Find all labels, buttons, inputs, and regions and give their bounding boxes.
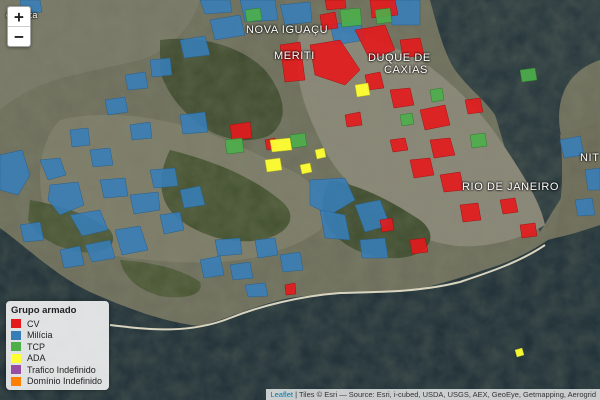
- legend-label: Trafico Indefinido: [27, 364, 96, 375]
- legend-item: ADA: [11, 353, 104, 365]
- legend-item: Domínio Indefinido: [11, 376, 104, 388]
- attribution-text: | Tiles © Esri — Source: Esri, i-cubed, …: [292, 390, 596, 399]
- legend-label: TCP: [27, 341, 45, 352]
- legend-label: Domínio Indefinido: [27, 376, 103, 387]
- legend-swatch: [11, 342, 21, 352]
- map-label-meriti: MERITI: [274, 50, 315, 62]
- map-label-duque-de-caxias-line2: CAXIAS: [384, 64, 428, 76]
- legend-swatch: [11, 376, 21, 386]
- legend-swatch: [11, 330, 21, 340]
- legend-swatch: [11, 319, 21, 329]
- zoom-out-button[interactable]: −: [8, 26, 30, 46]
- map-container[interactable]: epedita NOVA IGUAÇU MERITI DUQUE DE CAXI…: [0, 0, 600, 400]
- zoom-in-button[interactable]: +: [8, 7, 30, 26]
- legend-item: CV: [11, 318, 104, 330]
- legend-label: CV: [27, 318, 40, 329]
- map-label-niteroi: NIT: [580, 152, 600, 164]
- legend-item: Milícia: [11, 330, 104, 342]
- legend-label: Milícia: [27, 330, 53, 341]
- legend: Grupo armado CV Milícia TCP ADA Trafico …: [6, 301, 109, 390]
- attribution: Leaflet | Tiles © Esri — Source: Esri, i…: [266, 389, 600, 400]
- zoom-control: + −: [7, 6, 31, 47]
- map-label-rio-de-janeiro: RIO DE JANEIRO: [462, 181, 560, 193]
- map-label-nova-iguacu: NOVA IGUAÇU: [246, 24, 329, 36]
- legend-label: ADA: [27, 353, 46, 364]
- legend-swatch: [11, 365, 21, 375]
- legend-item: Trafico Indefinido: [11, 364, 104, 376]
- legend-swatch: [11, 353, 21, 363]
- map-label-duque-de-caxias-line1: DUQUE DE: [368, 52, 431, 64]
- leaflet-link[interactable]: Leaflet: [270, 390, 293, 399]
- legend-title: Grupo armado: [11, 305, 77, 316]
- legend-item: TCP: [11, 341, 104, 353]
